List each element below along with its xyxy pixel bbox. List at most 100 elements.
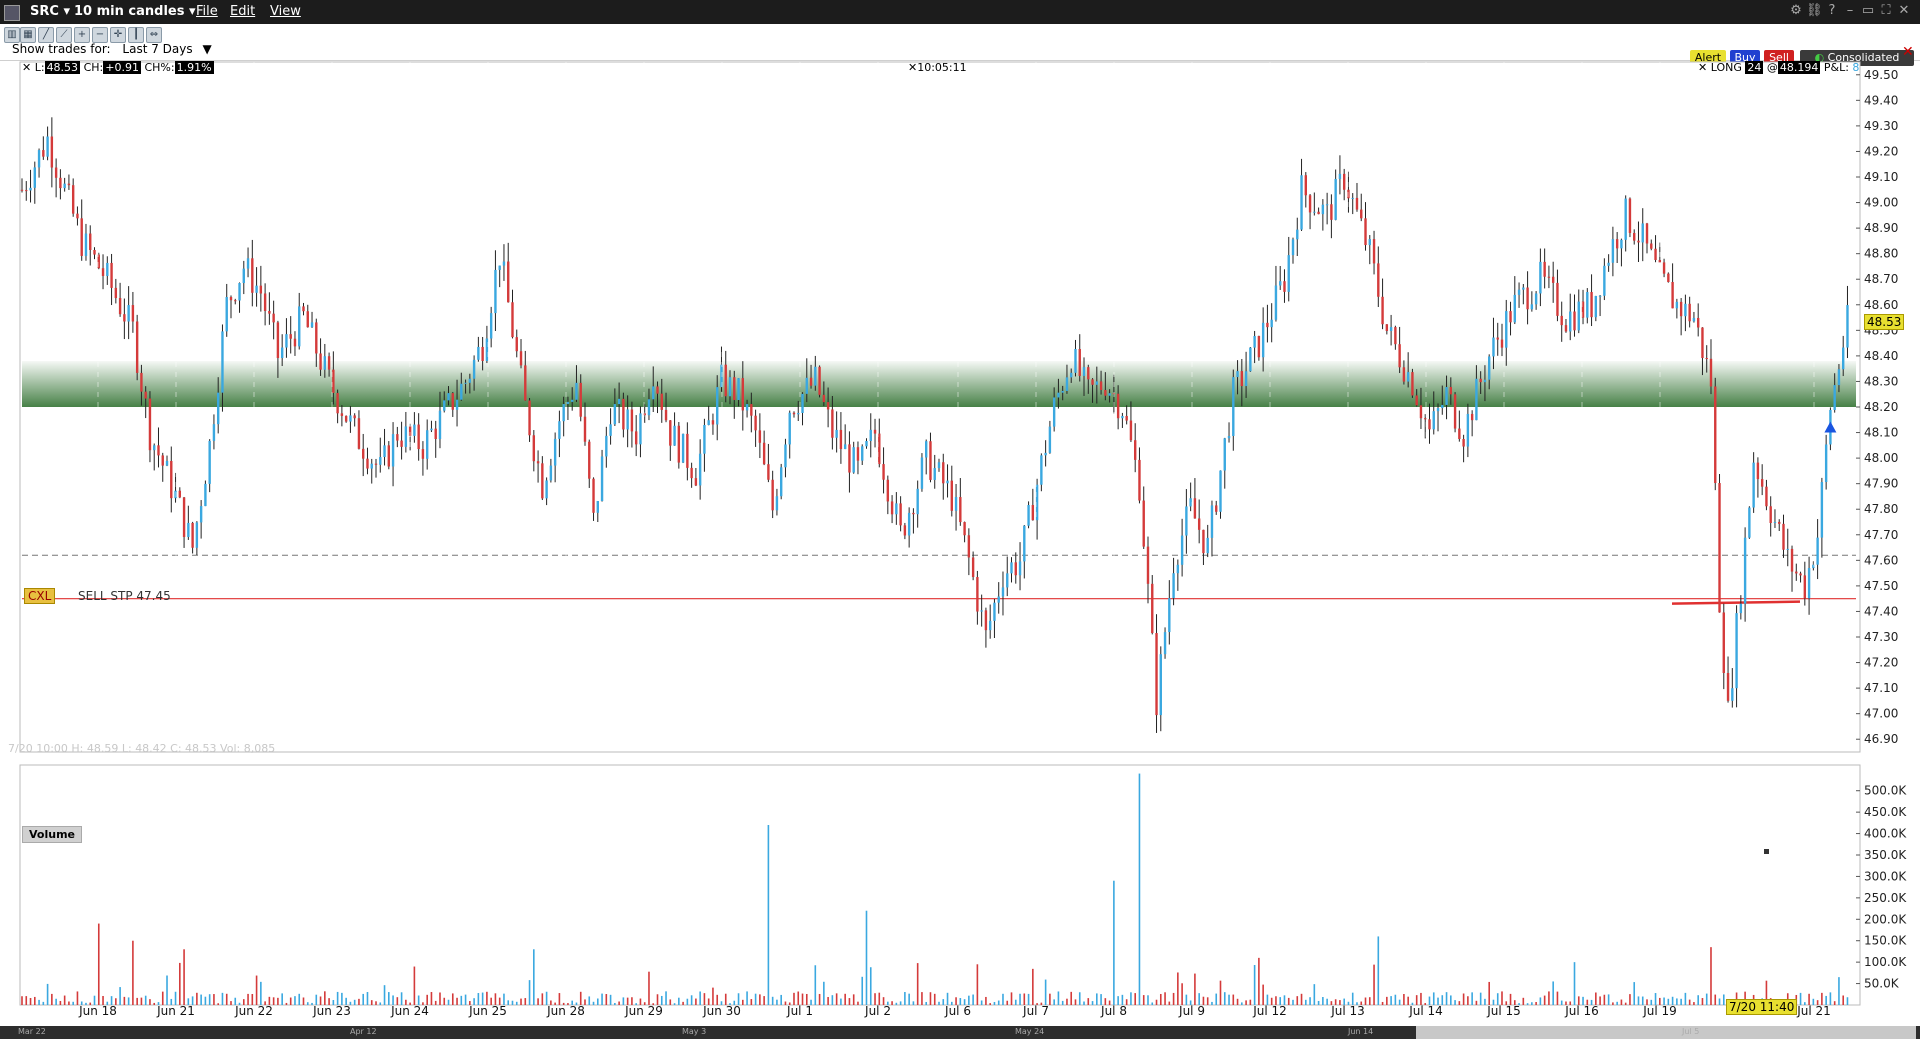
candle-body (1564, 325, 1568, 332)
maximize-icon[interactable]: ⛶ (1878, 3, 1894, 19)
menu-file[interactable]: File (196, 4, 218, 19)
help-icon[interactable]: ? (1824, 3, 1840, 19)
bar-chart-icon[interactable]: ▥ (4, 27, 20, 43)
candle-body (101, 268, 105, 276)
table-icon[interactable]: ▦ (20, 27, 36, 43)
y-tick-label: 46.90 (1864, 732, 1898, 746)
candle-body (502, 261, 506, 266)
volume-bar (814, 965, 817, 1005)
candle-body (443, 400, 446, 411)
price-chart[interactable]: 49.50 49.40 49.30 49.20 49.10 49.00 48.90 48.80… (0, 60, 1920, 1039)
chart-area[interactable]: 49.50 49.40 49.30 49.20 49.10 49.00 48.90 48.80… (0, 44, 1920, 1039)
scroll-label: Apr 12 (350, 1027, 377, 1036)
candle-body (1551, 276, 1555, 283)
candle-body (349, 415, 352, 422)
x-tick-label: Jul 6 (944, 1004, 971, 1018)
candle-body (29, 187, 32, 191)
volume-bar (33, 996, 36, 1005)
candle-body (963, 522, 966, 536)
draw-line-icon[interactable]: ╱ (38, 27, 54, 43)
candle-body (1180, 535, 1184, 565)
candle-body (1249, 347, 1252, 372)
volume-bar (1539, 997, 1542, 1005)
volume-bar (588, 996, 591, 1005)
link-icon[interactable]: ⛓ (1806, 3, 1823, 19)
candle-body (1355, 197, 1359, 210)
y-tick-label: 49.50 (1864, 68, 1898, 82)
at-label: @ (1766, 61, 1778, 74)
volume-bar (204, 996, 207, 1005)
panel-close-icon[interactable]: ✕ (1902, 44, 1914, 60)
candle-body (1786, 548, 1789, 550)
cancel-order-button[interactable]: CXL (24, 588, 56, 604)
candle-body (583, 416, 587, 442)
candle-body (1560, 315, 1563, 326)
volume-bar (844, 993, 846, 1005)
volume-bar (1044, 979, 1047, 1005)
candle-body (988, 620, 992, 631)
candle-body (1061, 390, 1064, 393)
crosshair-icon[interactable]: ✛ (110, 27, 126, 43)
scroll-label: Jun 14 (1348, 1027, 1374, 1036)
candle-body (993, 602, 996, 621)
x-tick-label: Jul 7 (1022, 1004, 1049, 1018)
candle-body (784, 444, 787, 468)
candle-body (831, 409, 834, 438)
candle-body (1402, 367, 1406, 382)
volume-bar (1061, 1000, 1064, 1005)
volume-bar (976, 964, 979, 1005)
zoom-in-icon[interactable]: + (74, 27, 90, 43)
candle-body (221, 331, 224, 393)
candle-body (971, 557, 975, 578)
candle-body (600, 456, 604, 501)
volume-bar (140, 997, 143, 1005)
volume-bar (153, 1002, 156, 1005)
candle-body (1756, 462, 1760, 480)
current-price-tag: 48.53 (1864, 314, 1905, 330)
candle-body (1543, 261, 1546, 277)
candle-body (762, 442, 766, 465)
candle-body (272, 313, 275, 323)
zoom-out-icon[interactable]: − (92, 27, 108, 43)
candle-body (1065, 377, 1069, 391)
candle-icon[interactable]: ┃ (128, 27, 144, 43)
candle-body (1441, 404, 1444, 409)
candle-body (1483, 379, 1487, 383)
volume-bar (306, 1002, 309, 1005)
candle-body (1696, 317, 1700, 328)
close-x-icon[interactable]: ✕ (908, 61, 917, 74)
close-x-icon[interactable]: ✕ (22, 61, 31, 74)
symbol-selector[interactable]: SRC ▾ (30, 4, 70, 19)
candle-body (84, 233, 88, 256)
close-x-icon[interactable]: ✕ (1698, 61, 1707, 74)
minimize-icon[interactable]: – (1842, 3, 1858, 19)
volume-bar (430, 992, 433, 1005)
volume-bar (123, 996, 126, 1005)
candle-body (89, 233, 92, 250)
x-tick-label: Jul 16 (1564, 1004, 1599, 1018)
close-icon[interactable]: ✕ (1896, 3, 1912, 19)
settings-icon[interactable]: ⚙ (1788, 3, 1804, 19)
trend-icon[interactable]: ⟋ (56, 27, 72, 43)
timeframe-selector[interactable]: 10 min candles ▾ (74, 4, 196, 19)
candle-body (1232, 377, 1235, 436)
candle-body (1253, 336, 1256, 348)
menu-view[interactable]: View (270, 4, 301, 19)
candle-body (229, 297, 233, 301)
volume-bar (1394, 994, 1397, 1005)
volume-bar (925, 1001, 928, 1005)
candle-body (293, 338, 297, 347)
candle-body (1197, 518, 1201, 530)
menu-edit[interactable]: Edit (230, 4, 255, 19)
candle-body (110, 262, 113, 288)
dropdown-arrow-icon[interactable]: ▼ (202, 42, 211, 56)
candle-body (647, 399, 651, 416)
volume-bar (1842, 995, 1845, 1005)
scrollbar-thumb[interactable] (1416, 1026, 1916, 1039)
volume-bar (200, 994, 202, 1005)
candle-body (1330, 204, 1333, 220)
show-trades-select[interactable]: Last 7 Days (122, 42, 192, 56)
candle-body (1816, 537, 1819, 565)
restore-icon[interactable]: ▭ (1860, 3, 1876, 19)
fit-icon[interactable]: ⇔ (146, 27, 162, 43)
